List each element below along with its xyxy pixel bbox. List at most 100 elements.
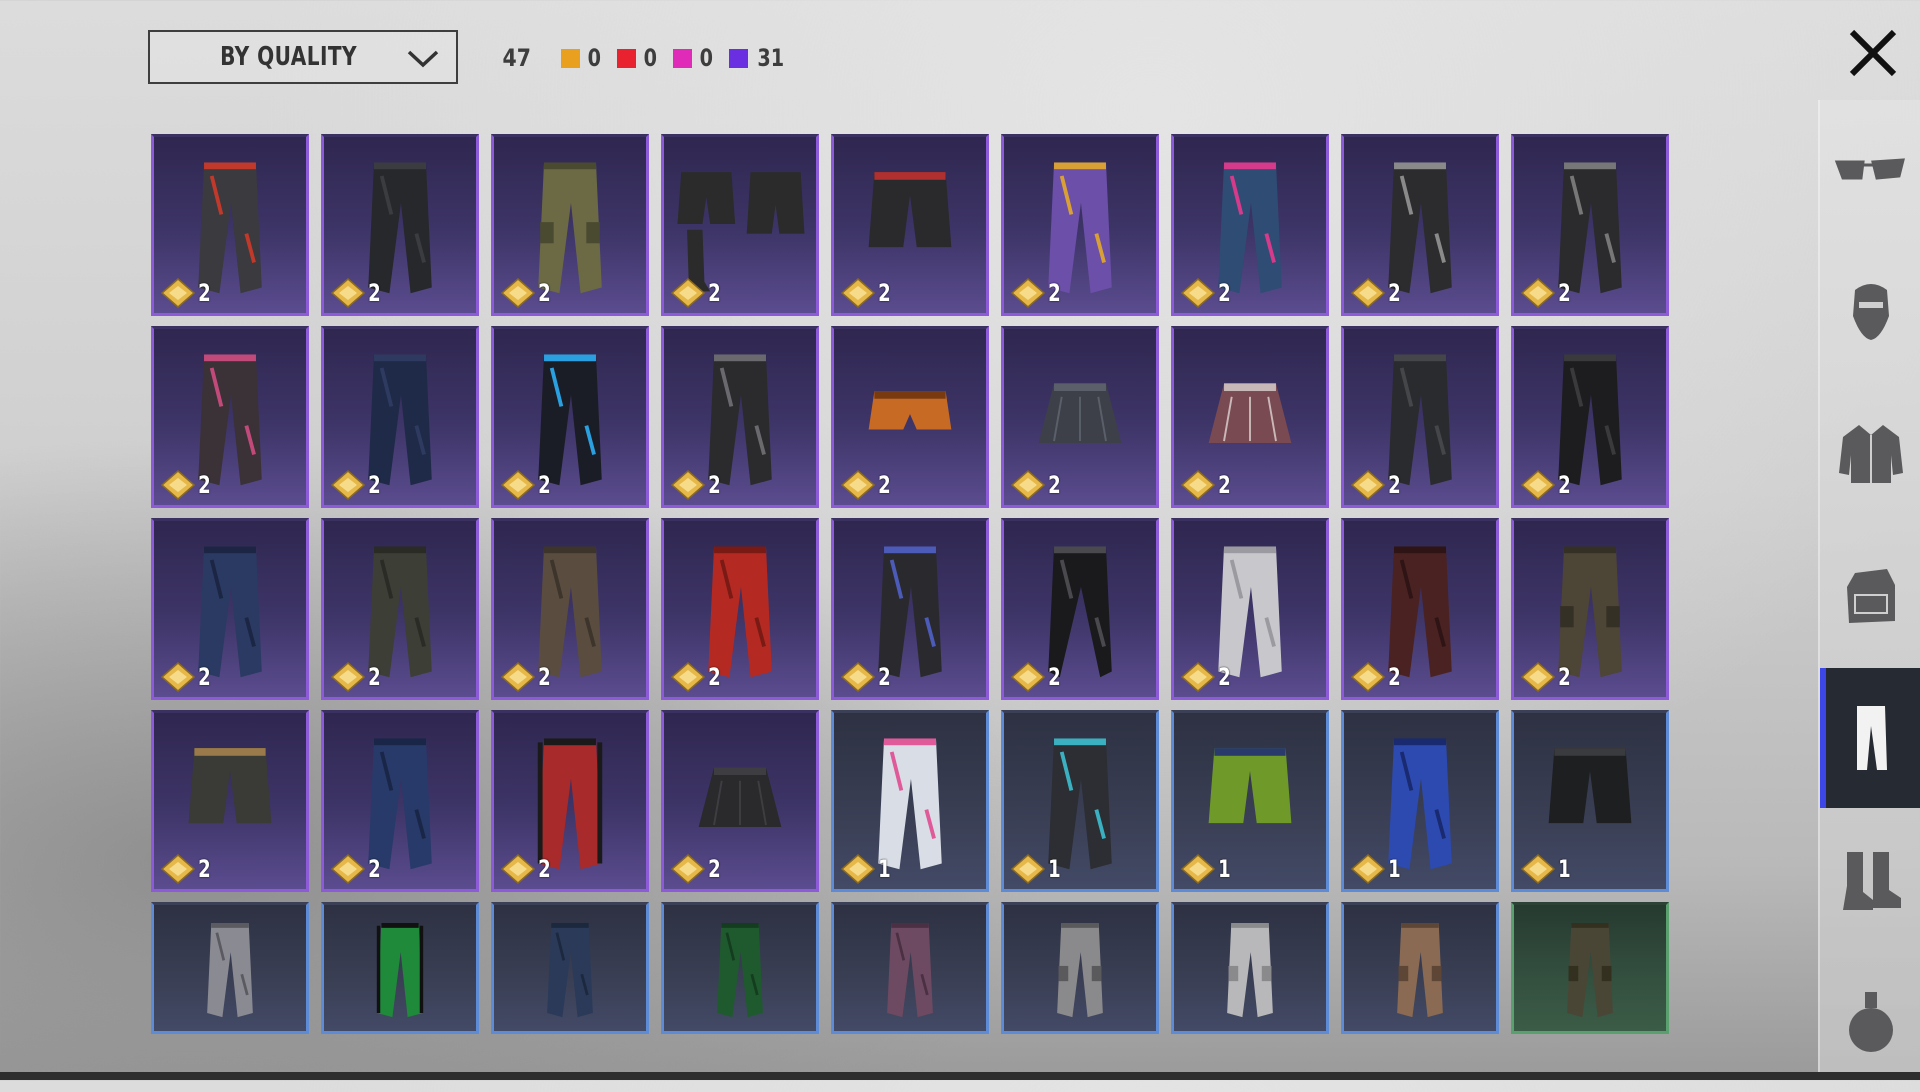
currency-icon <box>500 278 536 308</box>
currency-icon <box>500 470 536 500</box>
item-count: 2 <box>1218 663 1231 691</box>
item-tile[interactable] <box>1001 902 1159 1034</box>
item-tile[interactable]: 2 <box>661 134 819 316</box>
item-tile[interactable]: 2 <box>491 326 649 508</box>
item-tile[interactable]: 2 <box>1001 518 1159 700</box>
item-tile[interactable] <box>321 902 479 1034</box>
item-tile[interactable] <box>1511 902 1669 1034</box>
item-count-badge: 2 <box>500 277 553 309</box>
item-tile[interactable]: 2 <box>661 518 819 700</box>
item-count: 2 <box>1388 471 1401 499</box>
item-tile[interactable]: 1 <box>1001 710 1159 892</box>
item-tile[interactable]: 2 <box>831 326 989 508</box>
item-tile[interactable]: 2 <box>661 326 819 508</box>
item-tile[interactable]: 2 <box>1511 518 1669 700</box>
item-tile[interactable]: 2 <box>491 518 649 700</box>
item-tile[interactable]: 1 <box>1341 710 1499 892</box>
item-count-badge: 2 <box>670 853 723 885</box>
sort-dropdown[interactable]: BY QUALITY <box>148 30 458 84</box>
category-sidebar <box>1818 100 1920 1072</box>
item-tile[interactable]: 2 <box>1171 326 1329 508</box>
item-tile[interactable]: 2 <box>1341 326 1499 508</box>
currency-icon <box>160 470 196 500</box>
currency-icon <box>840 854 876 884</box>
item-tile[interactable]: 2 <box>151 134 309 316</box>
item-tile[interactable]: 2 <box>1171 134 1329 316</box>
item-tile[interactable]: 2 <box>1341 134 1499 316</box>
item-tile[interactable] <box>491 902 649 1034</box>
item-count: 2 <box>538 663 551 691</box>
item-count-badge: 2 <box>500 469 553 501</box>
item-count-badge: 2 <box>330 277 383 309</box>
currency-icon <box>160 278 196 308</box>
item-tile[interactable]: 1 <box>1171 710 1329 892</box>
item-count-badge: 2 <box>1010 469 1063 501</box>
category-glasses[interactable] <box>1820 100 1920 240</box>
item-tile[interactable]: 2 <box>151 518 309 700</box>
item-count: 2 <box>1218 471 1231 499</box>
item-count-badge: 1 <box>1180 853 1233 885</box>
item-tile[interactable]: 1 <box>831 710 989 892</box>
item-count: 2 <box>708 855 721 883</box>
currency-icon <box>1180 278 1216 308</box>
item-tile[interactable]: 2 <box>151 326 309 508</box>
item-tile[interactable]: 2 <box>1511 134 1669 316</box>
category-backpack[interactable] <box>1820 525 1920 665</box>
legendary-count: 0 <box>588 44 602 72</box>
item-tile[interactable]: 2 <box>831 518 989 700</box>
currency-icon <box>500 854 536 884</box>
close-icon[interactable] <box>1838 18 1908 88</box>
currency-icon <box>1520 662 1556 692</box>
item-count-badge: 2 <box>840 277 893 309</box>
item-count: 2 <box>198 279 211 307</box>
item-count-badge: 2 <box>1180 469 1233 501</box>
item-tile[interactable] <box>661 902 819 1034</box>
category-pants[interactable] <box>1820 668 1920 808</box>
category-mask[interactable] <box>1820 240 1920 380</box>
item-count: 2 <box>1558 279 1571 307</box>
category-jacket[interactable] <box>1820 383 1920 523</box>
pink-count: 0 <box>699 44 713 72</box>
item-tile[interactable]: 2 <box>491 134 649 316</box>
item-tile[interactable]: 2 <box>1001 326 1159 508</box>
grenade-icon <box>1849 992 1893 1052</box>
item-tile[interactable]: 2 <box>321 518 479 700</box>
item-count-badge: 1 <box>1010 853 1063 885</box>
item-count-badge: 2 <box>330 661 383 693</box>
item-tile[interactable]: 2 <box>321 326 479 508</box>
item-image <box>207 923 253 1018</box>
item-tile[interactable]: 2 <box>1511 326 1669 508</box>
item-tile[interactable] <box>831 902 989 1034</box>
item-tile[interactable]: 2 <box>491 710 649 892</box>
currency-icon <box>330 854 366 884</box>
category-grenade[interactable] <box>1820 952 1920 1092</box>
item-count: 2 <box>1558 471 1571 499</box>
item-count: 2 <box>708 279 721 307</box>
item-tile[interactable]: 2 <box>1171 518 1329 700</box>
item-tile[interactable]: 2 <box>321 134 479 316</box>
item-tile[interactable] <box>151 902 309 1034</box>
item-count-badge: 2 <box>1350 661 1403 693</box>
item-tile[interactable]: 2 <box>661 710 819 892</box>
currency-icon <box>1010 278 1046 308</box>
item-tile[interactable]: 2 <box>321 710 479 892</box>
item-tile[interactable]: 2 <box>831 134 989 316</box>
boots-icon <box>1843 852 1901 910</box>
backpack-icon <box>1847 569 1895 623</box>
item-count-badge: 2 <box>160 853 213 885</box>
item-count: 2 <box>538 855 551 883</box>
item-tile[interactable]: 2 <box>1001 134 1159 316</box>
item-tile[interactable] <box>1341 902 1499 1034</box>
item-count: 2 <box>878 663 891 691</box>
currency-icon <box>840 662 876 692</box>
chevron-down-icon <box>407 50 439 68</box>
item-tile[interactable]: 2 <box>151 710 309 892</box>
item-tile[interactable] <box>1171 902 1329 1034</box>
item-tile[interactable]: 2 <box>1341 518 1499 700</box>
item-count: 1 <box>1388 855 1401 883</box>
epic-count: 31 <box>756 44 784 72</box>
item-tile[interactable]: 1 <box>1511 710 1669 892</box>
category-boots[interactable] <box>1820 810 1920 950</box>
item-count: 2 <box>1218 279 1231 307</box>
item-count-badge: 2 <box>840 661 893 693</box>
